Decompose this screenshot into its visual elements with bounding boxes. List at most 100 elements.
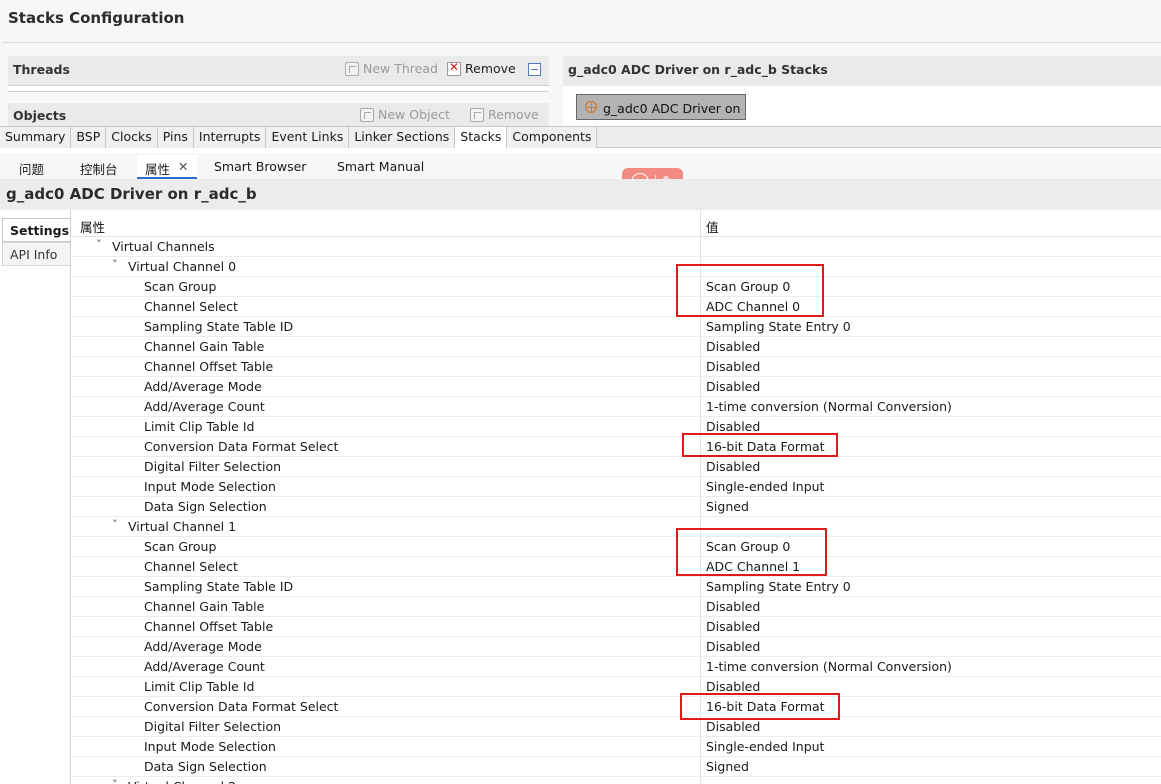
property-value[interactable]: Disabled [706,379,760,394]
tab-console[interactable]: 控制台 [80,159,118,178]
property-title-bar: g_adc0 ADC Driver on r_adc_b [0,179,1161,210]
table-row[interactable]: Conversion Data Format Select 16-bit Data… [72,437,1161,457]
property-value[interactable]: Sampling State Entry 0 [706,319,851,334]
table-row[interactable]: Limit Clip Table Id Disabled [72,417,1161,437]
table-row[interactable]: Scan Group Scan Group 0 [72,277,1161,297]
table-row[interactable]: Add/Average Count 1-time conversion (Norm… [72,397,1161,417]
property-value[interactable]: Disabled [706,679,760,694]
tab-settings[interactable]: Settings [2,218,70,242]
tree-row-channel[interactable]: ˅ Virtual Channel 2 [72,777,1161,784]
remove-object-button[interactable]: Remove [470,107,539,122]
property-value[interactable]: Disabled [706,619,760,634]
tab-smart-browser[interactable]: Smart Browser [214,159,306,174]
tab-smart-manual[interactable]: Smart Manual [337,159,424,174]
property-name: Limit Clip Table Id [144,679,255,694]
new-object-button[interactable]: New Object [360,107,450,122]
table-row[interactable]: Input Mode Selection Single-ended Input [72,477,1161,497]
property-name: Data Sign Selection [144,499,267,514]
property-value[interactable]: Signed [706,759,749,774]
new-thread-button[interactable]: New Thread [345,61,438,76]
stacks-panel: g_adc0 ADC Driver on r_adc_b Stacks [563,56,1161,86]
property-value[interactable]: Signed [706,499,749,514]
property-value[interactable]: Disabled [706,459,760,474]
property-value[interactable]: Single-ended Input [706,479,824,494]
close-icon[interactable]: ✕ [178,159,188,177]
table-row[interactable]: Scan Group Scan Group 0 [72,537,1161,557]
table-row[interactable]: Channel Offset Table Disabled [72,357,1161,377]
table-row[interactable]: Digital Filter Selection Disabled [72,457,1161,477]
remove-icon [447,60,461,76]
tree-row-virtual-channels[interactable]: ˅ Virtual Channels [72,237,1161,257]
collapse-icon[interactable] [528,63,541,76]
property-value[interactable]: Disabled [706,359,760,374]
remove-object-label: Remove [488,107,539,122]
table-row[interactable]: Sampling State Table ID Sampling State En… [72,317,1161,337]
table-row[interactable]: Data Sign Selection Signed [72,497,1161,517]
chevron-down-icon[interactable]: ˅ [112,778,118,784]
tab-pins[interactable]: Pins [157,127,194,148]
chevron-down-icon[interactable]: ˅ [112,258,118,271]
property-name: Limit Clip Table Id [144,419,255,434]
tab-event-links[interactable]: Event Links [266,127,350,148]
property-value[interactable]: Disabled [706,639,760,654]
property-value[interactable]: Disabled [706,419,760,434]
table-row[interactable]: Channel Select ADC Channel 1 [72,557,1161,577]
property-value[interactable]: Disabled [706,599,760,614]
tab-components[interactable]: Components [507,127,598,148]
table-row[interactable]: Digital Filter Selection Disabled [72,717,1161,737]
table-row[interactable]: Input Mode Selection Single-ended Input [72,737,1161,757]
table-row[interactable]: Sampling State Table ID Sampling State En… [72,577,1161,597]
table-row[interactable]: Add/Average Mode Disabled [72,637,1161,657]
chevron-down-icon[interactable]: ˅ [96,238,102,251]
property-value[interactable]: Disabled [706,339,760,354]
new-thread-label: New Thread [363,61,438,76]
table-row[interactable]: Add/Average Count 1-time conversion (Norm… [72,657,1161,677]
table-row[interactable]: Conversion Data Format Select 16-bit Data… [72,697,1161,717]
property-name: Add/Average Count [144,399,265,414]
threads-panel: Threads New Thread Remove [8,56,549,86]
tree-row-channel[interactable]: ˅ Virtual Channel 0 [72,257,1161,277]
remove-thread-button[interactable]: Remove [447,60,516,76]
table-row[interactable]: Channel Gain Table Disabled [72,597,1161,617]
tree-row-channel[interactable]: ˅ Virtual Channel 1 [72,517,1161,537]
chevron-down-icon[interactable]: ˅ [112,518,118,531]
tab-properties[interactable]: 属性 ✕ [137,155,197,179]
property-value[interactable]: 1-time conversion (Normal Conversion) [706,399,952,414]
annotation-box [682,433,838,457]
view-tabs: 问题 控制台 属性 ✕ Smart Browser Smart Manual [0,153,1161,179]
property-name: Sampling State Table ID [144,579,294,594]
threads-list[interactable] [8,86,549,92]
table-row[interactable]: Channel Select ADC Channel 0 [72,297,1161,317]
table-row[interactable]: Add/Average Mode Disabled [72,377,1161,397]
tab-api-info[interactable]: API Info [2,242,70,266]
tab-summary[interactable]: Summary [0,127,72,148]
tab-linker-sections[interactable]: Linker Sections [349,127,456,148]
table-row[interactable]: Channel Gain Table Disabled [72,337,1161,357]
remove-object-icon [470,107,484,122]
property-value[interactable]: 1-time conversion (Normal Conversion) [706,659,952,674]
tab-problems[interactable]: 问题 [19,159,44,178]
stacks-canvas: g_adc0 ADC Driver on [563,86,1161,126]
table-row[interactable]: Channel Offset Table Disabled [72,617,1161,637]
tab-stacks[interactable]: Stacks [455,127,508,148]
property-name: Channel Offset Table [144,359,274,374]
property-name: Add/Average Mode [144,639,262,654]
table-row[interactable]: Data Sign Selection Signed [72,757,1161,777]
property-name: Sampling State Table ID [144,319,294,334]
tab-clocks[interactable]: Clocks [106,127,158,148]
stack-block[interactable]: g_adc0 ADC Driver on [576,94,746,120]
stack-block-label: g_adc0 ADC Driver on [603,101,741,116]
column-header-property: 属性 [80,220,106,235]
property-name: Virtual Channel 2 [128,779,236,784]
property-name: Channel Select [144,299,238,314]
side-tabs: Settings API Info [0,210,71,784]
property-value[interactable]: Single-ended Input [706,739,824,754]
annotation-box [676,264,824,317]
property-value[interactable]: Sampling State Entry 0 [706,579,851,594]
new-object-icon [360,107,374,122]
property-value[interactable]: Disabled [706,719,760,734]
property-name: Channel Offset Table [144,619,274,634]
table-row[interactable]: Limit Clip Table Id Disabled [72,677,1161,697]
tab-bsp[interactable]: BSP [71,127,107,148]
tab-interrupts[interactable]: Interrupts [193,127,267,148]
